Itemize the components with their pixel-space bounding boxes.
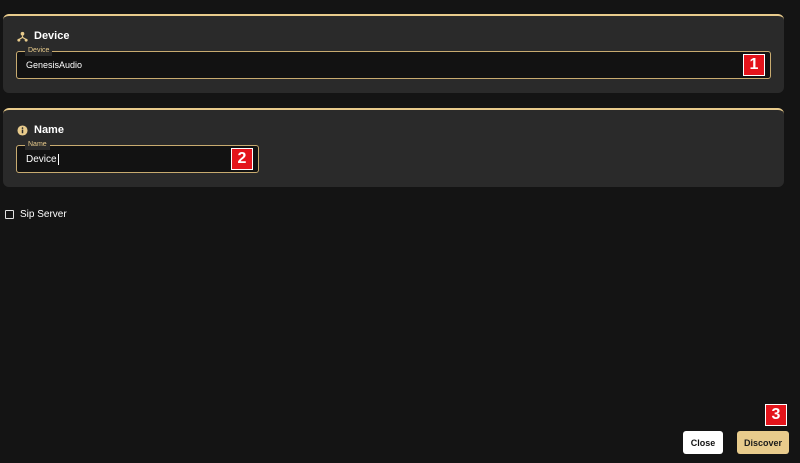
device-field[interactable]: Device GenesisAudio <box>16 46 771 79</box>
name-field-value: Device <box>26 146 59 172</box>
name-card: Name Name Device 2 <box>3 108 784 187</box>
text-caret <box>57 153 59 165</box>
info-icon <box>17 124 28 136</box>
sip-server-option[interactable]: Sip Server <box>5 209 67 220</box>
close-button[interactable]: Close <box>683 431 723 454</box>
device-card-title: Device <box>34 30 70 42</box>
name-card-header: Name <box>17 124 64 136</box>
device-card-header: Device <box>17 30 69 42</box>
sip-server-label: Sip Server <box>20 209 67 220</box>
device-field-value: GenesisAudio <box>26 60 83 70</box>
sip-server-checkbox[interactable] <box>5 210 14 219</box>
annotation-badge-3: 3 <box>765 404 787 426</box>
annotation-badge-1: 1 <box>743 54 765 76</box>
name-card-title: Name <box>34 124 64 136</box>
device-card: Device Device GenesisAudio 1 <box>3 14 784 93</box>
discover-button[interactable]: Discover <box>737 431 789 454</box>
annotation-badge-2: 2 <box>231 148 253 170</box>
name-field[interactable]: Name Device <box>16 140 259 173</box>
name-field-text: Device <box>26 153 57 165</box>
device-hub-icon <box>17 31 28 42</box>
